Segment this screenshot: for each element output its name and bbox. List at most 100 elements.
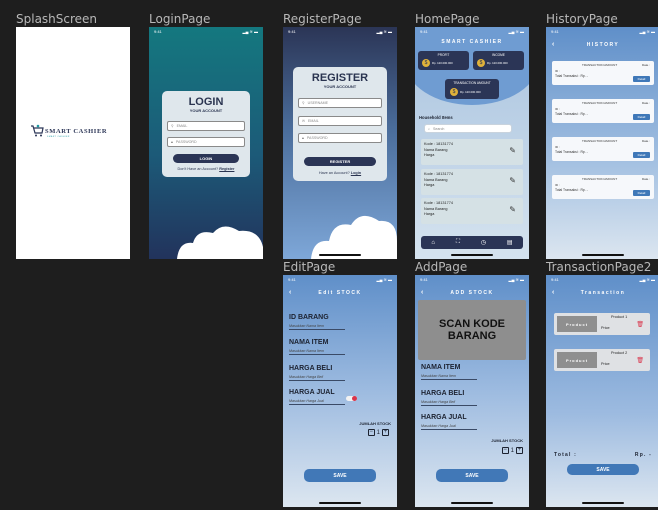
list-item[interactable]: Kode : 18131774 Nama Barang Harga ✎ bbox=[421, 169, 523, 195]
frame-label-history: HistoryPage bbox=[546, 12, 618, 26]
register-footer: Have an Account? Login bbox=[318, 171, 362, 175]
trash-icon[interactable]: 🗑︎ bbox=[636, 321, 644, 328]
trash-icon[interactable]: 🗑︎ bbox=[636, 357, 644, 364]
register-username-input[interactable]: ⚲ USERNAME bbox=[298, 98, 382, 108]
back-arrow-icon[interactable]: ‹ bbox=[289, 287, 291, 299]
history-nav-icon[interactable]: ◷ bbox=[481, 239, 486, 246]
register-page: 9:41 ▂▄ ≋ ▬ REGISTER YOUR ACCOUNT ⚲ USERNA… bbox=[283, 27, 397, 259]
login-page: 9:41 ▂▄ ≋ ▬ LOGIN YOUR ACCOUNT ⚲ EMAIL 🔒︎ P… bbox=[149, 27, 263, 259]
splash-logo-subtext: SMART CASHIER bbox=[47, 136, 70, 138]
list-nav-icon[interactable]: ▤ bbox=[507, 239, 513, 246]
add-header: ‹ ADD STOCK bbox=[415, 287, 529, 299]
register-button[interactable]: REGISTER bbox=[304, 157, 376, 166]
profit-card: PROFIT $ Rp. 120.000.000 bbox=[418, 51, 469, 70]
save-button[interactable]: SAVE bbox=[567, 464, 639, 475]
nama-item-label: NAMA ITEM bbox=[421, 364, 461, 371]
home-page: 9:41 ▂▄ ≋ ▬ SMART CASHIER PROFIT $ Rp. 12… bbox=[415, 27, 529, 259]
product-price: Price bbox=[601, 326, 610, 330]
frame-label-login: LoginPage bbox=[149, 12, 211, 26]
harga-beli-label: HARGA BELI bbox=[289, 365, 333, 372]
harga-beli-label: HARGA BELI bbox=[421, 390, 465, 397]
harga-jual-input[interactable]: Masukkan Harga Jual bbox=[421, 424, 477, 430]
history-card: TRANSACTION AMOUNT Date : ID : Total Tra… bbox=[552, 137, 654, 161]
list-item[interactable]: Kode : 18131774 Nama Barang Harga ✎ bbox=[421, 139, 523, 165]
frame-label-transaction: TransactionPage2 bbox=[546, 260, 652, 274]
quantity-value: 1 bbox=[376, 429, 380, 436]
list-item[interactable]: Kode : 18131774 Nama Barang Harga ✎ bbox=[421, 198, 523, 224]
edit-pencil-icon[interactable]: ✎ bbox=[509, 146, 516, 155]
search-input[interactable]: ⌕ Search bbox=[424, 124, 512, 133]
save-button[interactable]: SAVE bbox=[436, 469, 508, 482]
detail-button[interactable]: Detail bbox=[633, 152, 650, 158]
edit-title: Edit STOCK bbox=[318, 290, 362, 296]
home-title: SMART CASHIER bbox=[441, 39, 503, 45]
transaction-item[interactable]: Product Product 1 Price 🗑︎ bbox=[554, 313, 650, 335]
status-icons: ▂▄ ≋ ▬ bbox=[242, 29, 258, 34]
history-header: ‹ HISTORY bbox=[546, 39, 658, 51]
lock-icon: 🔒︎ bbox=[302, 136, 304, 140]
nama-item-label: NAMA ITEM bbox=[289, 339, 329, 346]
register-card: REGISTER YOUR ACCOUNT ⚲ USERNAME ✉ EMAIL 🔒… bbox=[293, 67, 387, 181]
status-time: 9:41 bbox=[154, 29, 162, 34]
back-arrow-icon[interactable]: ‹ bbox=[552, 39, 554, 51]
transaction-title: Transaction bbox=[580, 290, 626, 296]
detail-button[interactable]: Detail bbox=[633, 114, 650, 120]
edit-header: ‹ Edit STOCK bbox=[283, 287, 397, 299]
splash-logo-text: SMART CASHIER bbox=[45, 128, 108, 135]
minus-button[interactable]: − bbox=[501, 447, 509, 454]
register-email-input[interactable]: ✉ EMAIL bbox=[298, 116, 382, 126]
login-subtitle: YOUR ACCOUNT bbox=[189, 108, 223, 113]
login-email-input[interactable]: ⚲ EMAIL bbox=[167, 121, 245, 131]
back-arrow-icon[interactable]: ‹ bbox=[552, 287, 554, 299]
bottom-nav: ⌂ ⛶ ◷ ▤ bbox=[421, 236, 523, 249]
login-title: LOGIN bbox=[188, 96, 224, 108]
user-icon: ⚲ bbox=[302, 101, 305, 105]
product-price: Price bbox=[601, 362, 610, 366]
nama-item-input[interactable]: Masukkan Nama Item bbox=[289, 349, 345, 355]
login-password-input[interactable]: 🔒︎ PASSWORD bbox=[167, 137, 245, 147]
edit-pencil-icon[interactable]: ✎ bbox=[509, 176, 516, 185]
transaction-item[interactable]: Product Product 2 Price 🗑︎ bbox=[554, 349, 650, 371]
login-button[interactable]: LOGIN bbox=[173, 154, 239, 163]
product-name: Product 2 bbox=[611, 351, 628, 355]
register-password-input[interactable]: 🔒︎ PASSWORD bbox=[298, 133, 382, 143]
home-nav-icon[interactable]: ⌂ bbox=[431, 240, 435, 246]
register-link[interactable]: Register bbox=[219, 167, 234, 171]
register-title: REGISTER bbox=[311, 72, 369, 84]
register-subtitle: YOUR ACCOUNT bbox=[323, 84, 357, 89]
detail-button[interactable]: Detail bbox=[633, 76, 650, 82]
history-card: TRANSACTION AMOUNT Date : ID : Total Tra… bbox=[552, 99, 654, 123]
harga-jual-input[interactable]: Masukkan Harga Jual bbox=[289, 399, 345, 405]
plus-button[interactable]: + bbox=[382, 429, 389, 436]
id-barang-input[interactable]: Masukkan Nama Item bbox=[289, 324, 345, 330]
scan-barcode-area[interactable]: SCAN KODE BARANG bbox=[418, 300, 526, 360]
toggle-switch[interactable] bbox=[346, 396, 357, 401]
jumlah-stock-label: JUMLAH STOCK bbox=[359, 421, 391, 426]
minus-button[interactable]: − bbox=[367, 429, 375, 436]
cloud-decoration bbox=[311, 215, 397, 259]
edit-pencil-icon[interactable]: ✎ bbox=[509, 205, 516, 214]
plus-button[interactable]: + bbox=[516, 447, 523, 454]
save-button[interactable]: SAVE bbox=[304, 469, 376, 482]
detail-button[interactable]: Detail bbox=[633, 190, 650, 196]
login-link[interactable]: Login bbox=[351, 171, 361, 175]
lock-icon: 🔒︎ bbox=[171, 140, 173, 144]
transaction-amount-card: TRANSACTION AMOUNT $ Rp. 120.000.000 bbox=[445, 79, 499, 99]
transaction-header: ‹ Transaction bbox=[546, 287, 658, 299]
frame-label-register: RegisterPage bbox=[283, 12, 362, 26]
login-footer: Don't Have an Account? Register bbox=[177, 167, 235, 171]
edit-page: 9:41 ▂▄ ≋ ▬ ‹ Edit STOCK ID BARANG Masukka… bbox=[283, 275, 397, 507]
harga-beli-input[interactable]: Masukkan Harga Beli bbox=[421, 400, 477, 406]
cart-logo-icon bbox=[30, 124, 44, 138]
harga-jual-label: HARGA JUAL bbox=[421, 414, 467, 421]
history-title: HISTORY bbox=[586, 42, 620, 48]
product-name: Product 1 bbox=[611, 315, 628, 319]
scan-nav-icon[interactable]: ⛶ bbox=[456, 239, 460, 246]
quantity-stepper: − 1 + bbox=[501, 447, 523, 454]
back-arrow-icon[interactable]: ‹ bbox=[421, 287, 423, 299]
harga-beli-input[interactable]: Masukkan Harga Beli bbox=[289, 375, 345, 381]
add-page: 9:41 ▂▄ ≋ ▬ ‹ ADD STOCK SCAN KODE BARANG N… bbox=[415, 275, 529, 507]
section-title: Household Items bbox=[419, 115, 453, 120]
nama-item-input[interactable]: Masukkan Nama Item bbox=[421, 374, 477, 380]
product-thumbnail: Product bbox=[557, 316, 597, 332]
